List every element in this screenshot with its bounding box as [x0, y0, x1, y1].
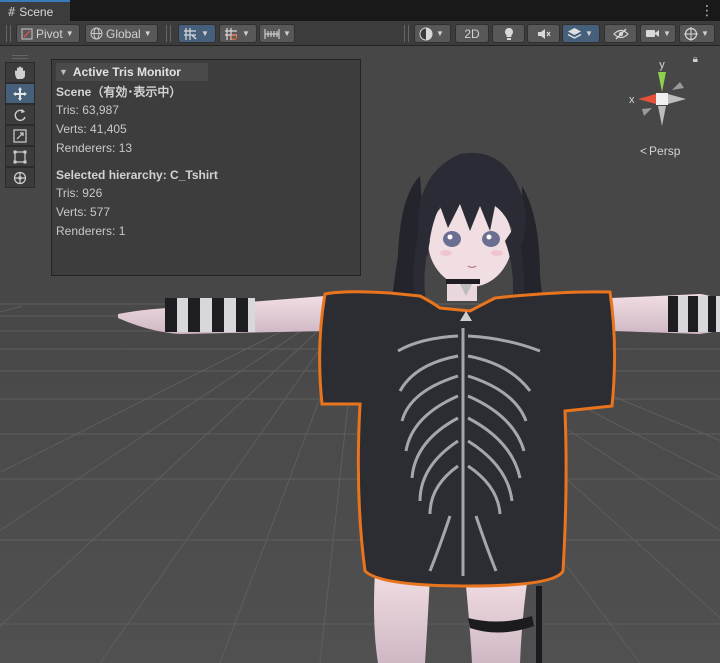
- chevron-down-icon: ▼: [436, 29, 444, 38]
- selected-renderers: Renderers: 1: [56, 224, 126, 238]
- more-options-icon[interactable]: ⋮: [700, 3, 714, 17]
- effects-dropdown[interactable]: ▼: [562, 24, 600, 43]
- chevron-down-icon: ▼: [663, 29, 671, 38]
- tab-scene-label: Scene: [19, 4, 54, 19]
- eye-hidden-icon: [612, 28, 629, 40]
- persp-label: Persp: [649, 144, 681, 158]
- collapse-triangle-icon[interactable]: ▼: [59, 67, 68, 77]
- rotate-tool-button[interactable]: [5, 104, 35, 125]
- tab-scene[interactable]: # Scene: [0, 0, 70, 21]
- chevron-down-icon: ▼: [65, 29, 74, 38]
- move-tool-button[interactable]: [5, 83, 35, 104]
- selected-tris: Tris: 926: [56, 186, 103, 200]
- draw-mode-dropdown[interactable]: ▼: [414, 24, 451, 43]
- strap-line: [536, 586, 542, 663]
- camera-dropdown[interactable]: ▼: [640, 24, 676, 43]
- panel-title-bar[interactable]: ▼ Active Tris Monitor: [56, 63, 208, 81]
- z-axis-cone[interactable]: [672, 82, 684, 90]
- toolbar-grip[interactable]: [166, 25, 171, 42]
- gizmo-y-label: y: [659, 59, 665, 71]
- toolbar-grip[interactable]: [404, 25, 409, 42]
- ruler-icon: [264, 28, 280, 40]
- 2d-mode-button[interactable]: 2D: [455, 24, 489, 43]
- neg-z-axis-cone[interactable]: [642, 108, 652, 116]
- left-eye: [443, 231, 461, 247]
- lighting-toggle[interactable]: [492, 24, 525, 43]
- lock-icon[interactable]: 🔒︎: [693, 54, 698, 65]
- speaker-muted-icon: [537, 28, 551, 40]
- right-wristband: [668, 296, 720, 332]
- chevron-down-icon: ▼: [283, 29, 291, 38]
- transform-tool-icon: [13, 171, 27, 185]
- scene-viewport[interactable]: ▼ Active Tris Monitor Scene（有効･表示中） Tris…: [0, 46, 720, 663]
- tab-bar: # Scene ⋮: [0, 0, 720, 21]
- neg-y-axis-cone[interactable]: [658, 106, 666, 126]
- chevron-down-icon: ▼: [242, 29, 250, 38]
- scene-toolbar: Pivot ▼ Global ▼ ▼ ▼ ▼ ▼ 2D ▼ ▼ ▼: [0, 21, 720, 46]
- left-wristband: [165, 298, 255, 332]
- projection-toggle[interactable]: < Persp: [640, 144, 680, 158]
- grid-snap-icon: [183, 27, 198, 41]
- y-axis-cone[interactable]: [658, 72, 666, 92]
- rect-tool-button[interactable]: [5, 146, 35, 167]
- gizmo-center-cube[interactable]: [656, 93, 668, 105]
- shading-sphere-icon: [419, 27, 433, 41]
- scale-tool-icon: [13, 128, 27, 143]
- hand-tool-button[interactable]: [5, 62, 35, 83]
- panel-title: Active Tris Monitor: [72, 65, 181, 79]
- transform-tool-button[interactable]: [5, 167, 35, 188]
- active-tris-monitor-panel[interactable]: ▼ Active Tris Monitor Scene（有効･表示中） Tris…: [51, 59, 361, 276]
- rotate-tool-icon: [13, 108, 27, 122]
- globe-icon: [90, 27, 103, 40]
- audio-toggle[interactable]: [527, 24, 560, 43]
- increment-snap-icon: [224, 27, 239, 41]
- tools-overlay: [5, 52, 35, 188]
- camera-icon: [645, 28, 660, 39]
- scale-tool-button[interactable]: [5, 125, 35, 146]
- grid-hash-icon: #: [8, 4, 16, 19]
- grid-snap-toggle[interactable]: ▼: [178, 24, 216, 43]
- global-dropdown[interactable]: Global ▼: [85, 24, 158, 43]
- increment-snap-dropdown[interactable]: ▼: [219, 24, 257, 43]
- toolbar-grip[interactable]: [6, 25, 11, 42]
- lightbulb-icon: [503, 27, 515, 41]
- pivot-label: Pivot: [36, 26, 63, 41]
- chevron-down-icon: ▼: [201, 29, 209, 38]
- gizmo-x-label: x: [629, 94, 635, 106]
- scene-tris: Tris: 63,987: [56, 103, 119, 117]
- axis-gizmo-graphic: y x: [629, 59, 686, 126]
- choker: [446, 279, 480, 284]
- orientation-gizmo[interactable]: 🔒︎ y x < Persp: [612, 54, 712, 164]
- scene-renderers: Renderers: 13: [56, 141, 133, 155]
- perspective-icon: <: [640, 144, 648, 158]
- hand-tool-icon: [13, 66, 27, 80]
- tools-drag-handle[interactable]: [5, 52, 35, 62]
- 2d-label: 2D: [464, 26, 480, 41]
- neg-x-axis-cone[interactable]: [668, 94, 686, 104]
- selected-verts: Verts: 577: [56, 205, 111, 219]
- gizmos-dropdown[interactable]: ▼: [679, 24, 715, 43]
- right-eye: [482, 231, 500, 247]
- scene-header: Scene（有効･表示中）: [56, 85, 182, 99]
- ruler-snap-dropdown[interactable]: ▼: [259, 24, 295, 43]
- global-label: Global: [106, 26, 141, 41]
- chevron-down-icon: ▼: [701, 29, 709, 38]
- move-tool-icon: [13, 86, 27, 101]
- gizmo-sphere-icon: [684, 26, 698, 41]
- rect-tool-icon: [13, 150, 27, 164]
- pivot-icon: [21, 28, 33, 40]
- selected-hierarchy-header: Selected hierarchy: C_Tshirt: [56, 168, 218, 182]
- pivot-dropdown[interactable]: Pivot ▼: [16, 24, 80, 43]
- scene-verts: Verts: 41,405: [56, 122, 127, 136]
- visibility-toggle[interactable]: [604, 24, 637, 43]
- chevron-down-icon: ▼: [585, 29, 593, 38]
- x-axis-cone[interactable]: [638, 94, 656, 104]
- layers-effects-icon: [567, 27, 582, 40]
- chevron-down-icon: ▼: [143, 29, 152, 38]
